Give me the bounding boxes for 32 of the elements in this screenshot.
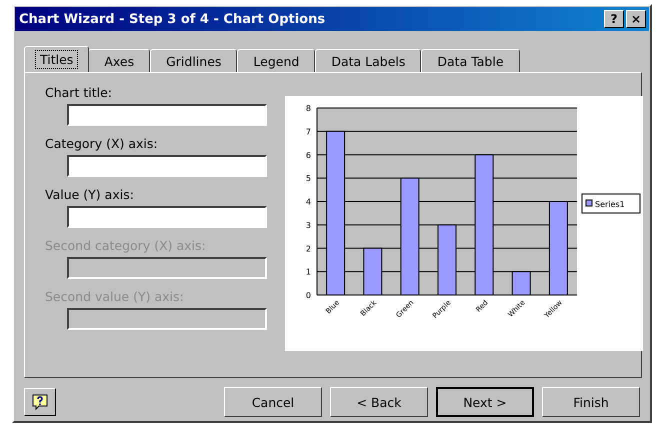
tab[interactable]: Legend [237, 49, 316, 72]
axis-label: 3 [306, 220, 311, 230]
dialog-button[interactable]: Finish [542, 387, 640, 417]
field-label: Chart title: [45, 85, 113, 100]
tab[interactable]: Data Table [421, 49, 520, 72]
close-button[interactable]: × [626, 10, 646, 28]
tab[interactable]: Titles [24, 46, 90, 72]
field-label: Value (Y) axis: [45, 187, 135, 202]
help-button[interactable] [24, 388, 56, 416]
axis-label: 5 [306, 174, 311, 184]
dialog-button[interactable]: Cancel [224, 387, 322, 417]
dialog-button[interactable]: < Back [330, 387, 428, 417]
axis-label: 0 [306, 291, 311, 300]
tab[interactable]: Gridlines [150, 49, 238, 72]
legend-label: Series1 [595, 200, 625, 209]
axis-label: 1 [306, 268, 311, 277]
axis-label: 4 [306, 198, 311, 206]
input-field[interactable] [67, 206, 267, 228]
input-field[interactable] [67, 155, 267, 177]
axis-label: 2 [306, 244, 311, 254]
input-field[interactable] [67, 104, 267, 126]
tab[interactable]: Data Labels [315, 49, 422, 72]
tab[interactable]: Axes [88, 49, 150, 72]
help-icon [31, 393, 49, 411]
help-button[interactable]: ? [604, 10, 624, 28]
axis-label: 8 [306, 104, 311, 113]
axis-label: 6 [306, 150, 311, 160]
legend: Series1 [582, 194, 640, 214]
axis-label: 7 [306, 127, 311, 136]
field-label: Category (X) axis: [45, 136, 159, 151]
dialog-button[interactable]: Next > [436, 387, 534, 417]
window-title: Chart Wizard - Step 3 of 4 - Chart Options [19, 12, 326, 26]
